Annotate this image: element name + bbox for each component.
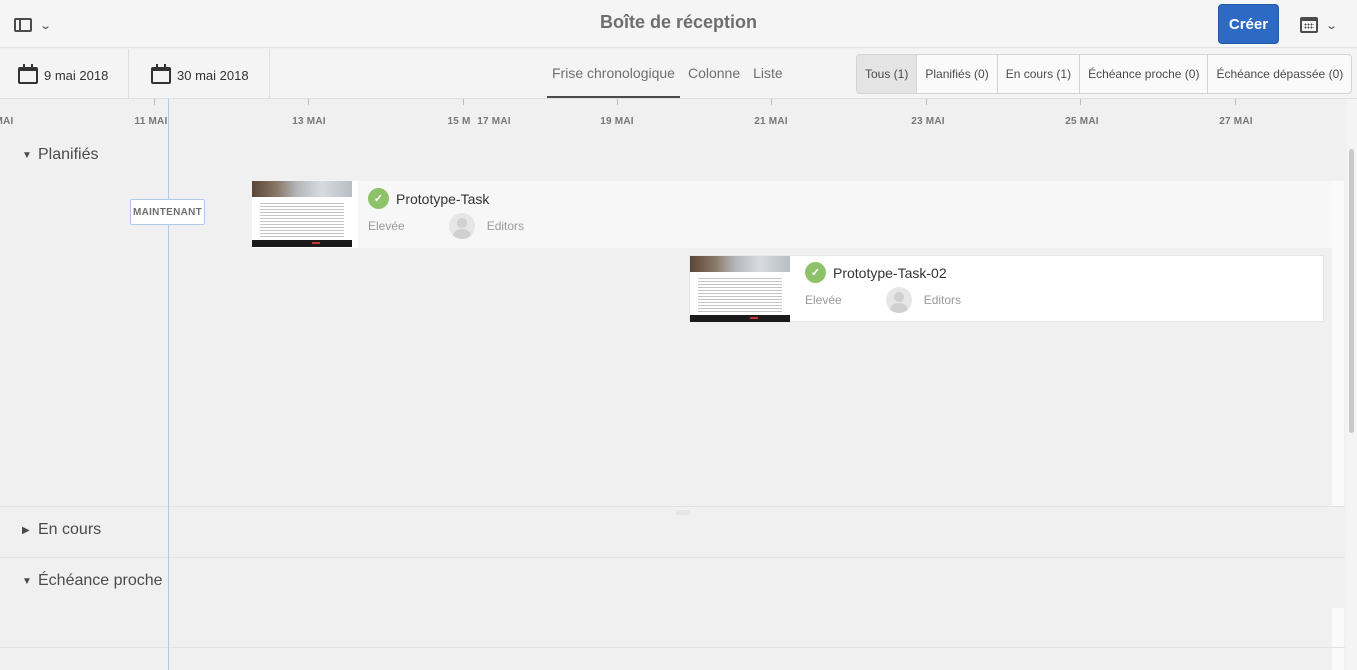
ruler-label: 19 MAI <box>600 116 634 127</box>
filter-due-soon[interactable]: Échéance proche (0) <box>1080 55 1209 93</box>
section-planned-header[interactable]: ▼ Planifiés <box>22 146 98 164</box>
ruler-tick <box>463 99 464 105</box>
ruler-label: 25 MAI <box>1065 116 1099 127</box>
section-in-progress-label: En cours <box>38 521 102 538</box>
chevron-down-icon: ▼ <box>22 575 32 587</box>
task-title[interactable]: Prototype-Task-02 <box>833 265 947 281</box>
start-date-label: 9 mai 2018 <box>44 68 109 83</box>
tab-timeline[interactable]: Frise chronologique <box>547 49 680 98</box>
ruler-tick <box>1235 99 1236 105</box>
chevron-right-icon: ▶ <box>22 524 30 536</box>
task-priority: Elevée <box>805 293 842 307</box>
section-divider <box>0 647 1345 648</box>
chevron-down-icon: ⌄ <box>1325 19 1339 32</box>
section-due-soon-header[interactable]: ▼ Échéance proche <box>22 572 163 590</box>
resize-handle[interactable] <box>676 510 690 515</box>
status-check-icon: ✓ <box>368 188 389 209</box>
ruler-tick <box>154 99 155 105</box>
end-date-picker[interactable]: 30 mai 2018 <box>129 49 270 98</box>
task-thumbnail <box>690 256 790 322</box>
ruler-label: 11 MAI <box>134 116 168 127</box>
section-due-soon-label: Échéance proche <box>38 572 163 589</box>
calendar-view-menu[interactable]: ⌄ <box>1300 14 1344 36</box>
task-assignee: Editors <box>923 293 962 307</box>
task-card-prototype-task-02[interactable] <box>689 255 1324 322</box>
tab-list[interactable]: Liste <box>748 49 788 98</box>
task-info: ✓ Prototype-Task-02 Elevée Editors <box>805 262 961 313</box>
start-date-picker[interactable]: 9 mai 2018 <box>0 49 129 98</box>
ruler-label: 17 MAI <box>477 116 511 127</box>
ruler-label: 23 MAI <box>911 116 945 127</box>
now-indicator-line <box>168 99 169 670</box>
chevron-down-icon: ▼ <box>22 149 32 161</box>
task-info: ✓ Prototype-Task Elevée Editors <box>368 188 524 239</box>
task-title[interactable]: Prototype-Task <box>396 191 489 207</box>
task-assignee: Editors <box>486 219 525 233</box>
ruler-label: 15 M <box>447 116 471 127</box>
lane-scroll-track <box>1332 608 1344 670</box>
ruler-label: MAI <box>0 116 14 127</box>
create-button[interactable]: Créer <box>1218 4 1279 44</box>
task-thumbnail <box>252 181 352 247</box>
ruler-tick <box>617 99 618 105</box>
vertical-scrollbar[interactable] <box>1346 99 1357 670</box>
ruler-label: 13 MAI <box>292 116 326 127</box>
filter-overdue[interactable]: Échéance dépassée (0) <box>1208 55 1351 93</box>
ruler-label: 27 MAI <box>1219 116 1253 127</box>
task-card-prototype-task[interactable] <box>252 181 358 248</box>
filter-in-progress[interactable]: En cours (1) <box>998 55 1081 93</box>
ruler-tick <box>926 99 927 105</box>
status-filter-group: Tous (1) Planifiés (0) En cours (1) Éché… <box>856 54 1353 94</box>
section-divider <box>0 557 1345 558</box>
timeline-toolbar: 9 mai 2018 30 mai 2018 Frise chronologiq… <box>0 49 1357 99</box>
filter-planned[interactable]: Planifiés (0) <box>917 55 998 93</box>
ruler-tick <box>1080 99 1081 105</box>
page-title: Boîte de réception <box>599 12 758 32</box>
section-divider <box>0 506 1345 507</box>
avatar <box>448 213 475 239</box>
view-switcher: Frise chronologique Colonne Liste <box>547 49 791 98</box>
filter-all[interactable]: Tous (1) <box>857 55 918 93</box>
tab-column[interactable]: Colonne <box>683 49 745 98</box>
section-planned-label: Planifiés <box>38 146 99 163</box>
ruler-label: 21 MAI <box>754 116 788 127</box>
end-date-label: 30 mai 2018 <box>177 68 249 83</box>
calendar-icon <box>1300 17 1318 33</box>
task-priority: Elevée <box>368 219 405 233</box>
avatar <box>885 287 912 313</box>
status-check-icon: ✓ <box>805 262 826 283</box>
calendar-icon <box>18 64 38 84</box>
date-ruler: MAI 11 MAI 13 MAI 15 M 17 MAI 19 MAI 21 … <box>0 99 1345 131</box>
lane-scroll-track <box>1332 181 1344 506</box>
ruler-tick <box>771 99 772 105</box>
ruler-tick <box>308 99 309 105</box>
app-header: ⌄ Boîte de réception Créer ⌄ <box>0 0 1357 48</box>
now-badge: MAINTENANT <box>130 199 205 225</box>
section-in-progress-header[interactable]: ▶ En cours <box>22 521 101 539</box>
calendar-icon <box>151 64 171 84</box>
scrollbar-thumb[interactable] <box>1349 149 1354 433</box>
timeline-area: MAI 11 MAI 13 MAI 15 M 17 MAI 19 MAI 21 … <box>0 99 1357 670</box>
